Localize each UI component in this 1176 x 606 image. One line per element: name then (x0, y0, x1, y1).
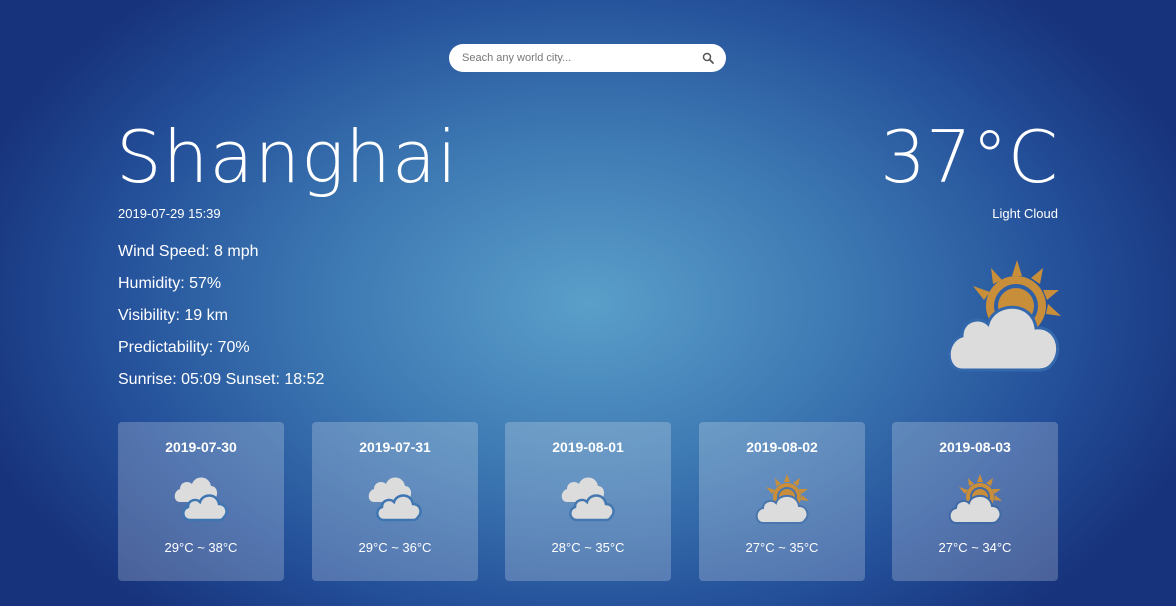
forecast-date: 2019-07-30 (165, 439, 237, 455)
humidity: Humidity: 57% (118, 275, 222, 292)
forecast-date: 2019-08-02 (746, 439, 818, 455)
current-condition: Light Cloud (992, 206, 1058, 221)
light-cloud-icon (755, 474, 809, 524)
forecast-date: 2019-08-01 (552, 439, 624, 455)
search-bar[interactable] (449, 44, 726, 72)
current-datetime: 2019-07-29 15:39 (118, 206, 221, 221)
current-temperature: 37°C (880, 115, 1058, 199)
forecast-date: 2019-08-03 (939, 439, 1011, 455)
predictability: Predictability: 70% (118, 339, 250, 356)
weather-details: Wind Speed: 8 mph Humidity: 57% Visibili… (118, 242, 324, 402)
forecast-card[interactable]: 2019-07-31 29°C ~ 36°C (312, 422, 478, 581)
wind-speed: Wind Speed: 8 mph (118, 243, 259, 260)
forecast-range: 28°C ~ 35°C (551, 540, 625, 555)
heavy-cloud-icon (174, 477, 228, 522)
visibility: Visibility: 19 km (118, 307, 228, 324)
search-input[interactable] (462, 52, 702, 64)
forecast-range: 27°C ~ 35°C (745, 540, 819, 555)
forecast-range: 27°C ~ 34°C (938, 540, 1012, 555)
forecast-range: 29°C ~ 36°C (358, 540, 432, 555)
forecast-card[interactable]: 2019-08-02 27°C ~ 35°C (699, 422, 865, 581)
forecast-card[interactable]: 2019-08-03 27°C ~ 34°C (892, 422, 1058, 581)
heavy-cloud-icon (368, 477, 422, 522)
forecast-card[interactable]: 2019-08-01 28°C ~ 35°C (505, 422, 671, 581)
forecast-card[interactable]: 2019-07-30 29°C ~ 38°C (118, 422, 284, 581)
heavy-cloud-icon (561, 477, 615, 522)
light-cloud-icon (947, 260, 1061, 372)
forecast-range: 29°C ~ 38°C (164, 540, 238, 555)
forecast-date: 2019-07-31 (359, 439, 431, 455)
light-cloud-icon (948, 474, 1002, 524)
sunrise-sunset: Sunrise: 05:09 Sunset: 18:52 (118, 371, 325, 388)
city-name: Shanghai (116, 115, 459, 199)
search-icon[interactable] (702, 52, 714, 64)
